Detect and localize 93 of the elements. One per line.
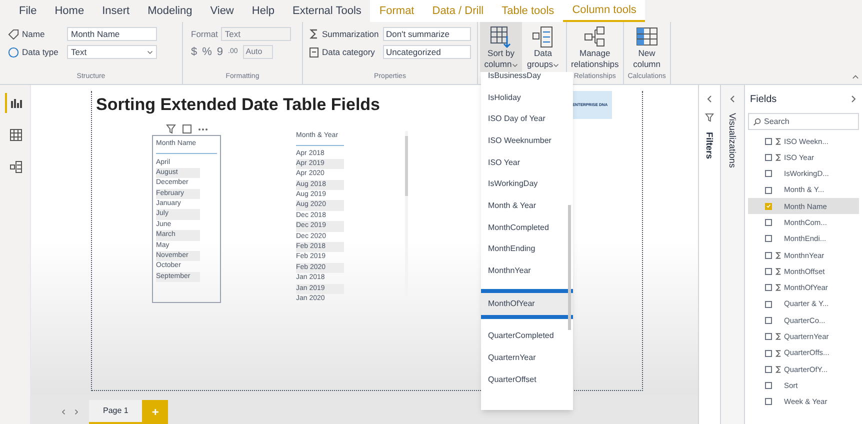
filter-icon (705, 113, 714, 122)
menu-item[interactable]: IsHoliday (481, 86, 573, 108)
checkbox[interactable] (765, 219, 772, 226)
menu-item[interactable]: MonthnYear (481, 260, 573, 282)
tag-icon (8, 28, 19, 40)
ribbon-tab[interactable]: Insert (93, 0, 139, 22)
checkbox[interactable] (765, 284, 772, 292)
format-label: Format (191, 28, 218, 40)
new-column-button[interactable]: New column (633, 22, 660, 70)
menu-item[interactable]: Month & Year (481, 195, 573, 217)
checkbox[interactable] (765, 235, 772, 242)
checkbox[interactable] (765, 316, 772, 324)
caret-icon[interactable] (512, 62, 518, 68)
checkbox[interactable] (765, 186, 772, 194)
bar-chart-icon (10, 97, 22, 109)
menu-item[interactable]: ISO Year (481, 152, 573, 174)
checkbox[interactable] (765, 333, 772, 340)
table-sort-icon (490, 26, 512, 48)
report-title: Sorting Extended Date Table Fields (96, 94, 380, 116)
checkbox[interactable] (765, 138, 772, 145)
ribbon-tab[interactable]: Home (46, 0, 94, 22)
visualizations-label[interactable]: Visualizations (726, 113, 738, 168)
field-label: Data category (322, 46, 376, 58)
scrollbar-thumb (405, 136, 408, 196)
dropdown-caret-icon[interactable] (147, 49, 153, 55)
field-label: Summarization (322, 28, 380, 40)
checkbox[interactable] (765, 382, 772, 390)
view-switch-button[interactable] (5, 93, 25, 113)
checkbox[interactable] (765, 350, 772, 356)
checkbox[interactable] (765, 398, 772, 406)
document-icon (309, 46, 319, 58)
manage-relationships-button[interactable]: Manage relationships (571, 22, 619, 70)
caret-icon[interactable] (553, 62, 559, 68)
ribbon-tab[interactable]: Modeling (138, 0, 202, 22)
menu-item[interactable]: MonthCompleted (481, 216, 573, 238)
sigma-icon (309, 29, 319, 39)
menu-item[interactable]: QuarterCompleted (481, 326, 573, 348)
search-icon (753, 118, 761, 126)
menu-item[interactable]: MonthOfYear (481, 292, 573, 315)
filters-label[interactable]: Filters (704, 132, 716, 160)
checkbox[interactable] (765, 268, 772, 276)
focus-mode-icon[interactable] (182, 124, 192, 134)
menu-item[interactable]: QuarterOffset (481, 368, 573, 391)
checkbox[interactable] (765, 170, 772, 178)
model-icon (10, 161, 22, 173)
ribbon-tab[interactable]: External Tools (284, 0, 370, 22)
checkbox[interactable] (765, 366, 772, 373)
checkbox[interactable] (765, 300, 772, 308)
sigma-icon (774, 268, 782, 276)
scroll-right-icon[interactable] (73, 409, 79, 415)
filter-icon[interactable] (166, 124, 176, 134)
check-icon (766, 203, 771, 210)
collapse-icon[interactable] (728, 95, 736, 103)
sigma-icon (774, 154, 782, 161)
fields-title: Fields (750, 92, 777, 106)
checkbox[interactable] (765, 202, 772, 210)
sigma-icon (774, 252, 782, 259)
grouping-icon (532, 26, 554, 48)
checkbox[interactable] (765, 154, 772, 161)
field-label: Name (22, 28, 46, 40)
data-type-icon (8, 46, 19, 58)
field-label: Data type (22, 46, 60, 58)
sigma-icon (774, 366, 782, 373)
menu-item[interactable]: MonthEnding (481, 238, 573, 260)
scroll-left-icon[interactable] (61, 409, 67, 415)
collapse-ribbon-icon[interactable] (852, 74, 859, 81)
ribbon-tab[interactable]: Help (242, 0, 284, 22)
more-options-icon[interactable] (198, 128, 208, 130)
ribbon-button[interactable]: Sort by column (480, 22, 522, 72)
sigma-icon (774, 350, 782, 356)
page-tab[interactable]: Page 1 (89, 400, 142, 424)
relationships-icon (584, 26, 606, 48)
checkbox[interactable] (765, 252, 772, 259)
menu-item[interactable]: IsWorkingDay (481, 173, 573, 196)
ribbon-tab[interactable]: View (201, 0, 243, 22)
search-field[interactable]: Search (748, 113, 859, 130)
sigma-icon (774, 333, 782, 340)
sigma-icon (774, 284, 782, 292)
sigma-icon (774, 138, 782, 145)
new-column-icon (636, 26, 658, 48)
summarization-select[interactable]: Don't summarize (383, 27, 471, 41)
name-field[interactable]: Month Name (67, 27, 157, 41)
menu-item[interactable]: QuarternYear (481, 347, 573, 369)
ribbon-tab[interactable]: File (10, 0, 46, 22)
menu-item[interactable]: ISO Day of Year (481, 108, 573, 130)
table-icon (10, 129, 22, 141)
menu-item[interactable]: IsBusinessDay (481, 72, 573, 87)
expand-icon[interactable] (849, 95, 857, 103)
collapse-icon[interactable] (706, 95, 714, 103)
menu-item[interactable]: ISO Weeknumber (481, 130, 573, 152)
data-category-select[interactable]: Uncategorized (383, 45, 471, 59)
ribbon-button[interactable]: Data groups (522, 22, 564, 72)
data-type-select[interactable]: Text (67, 45, 157, 59)
